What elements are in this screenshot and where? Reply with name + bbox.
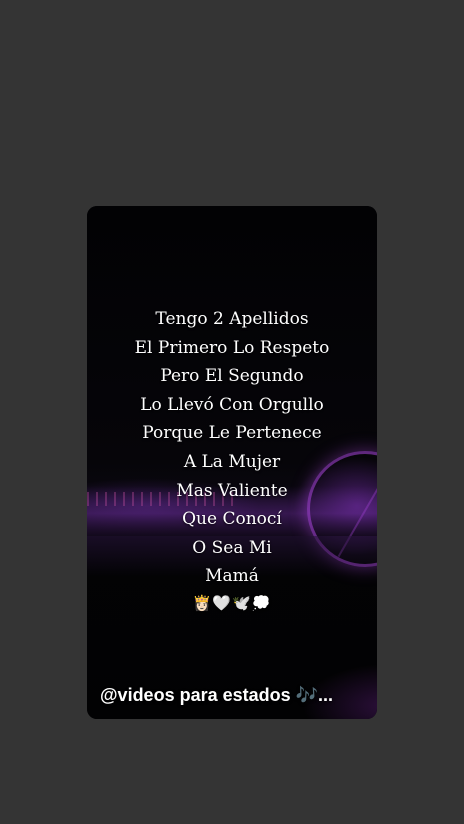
story-line: Pero El Segundo — [160, 366, 304, 387]
story-line: El Primero Lo Respeto — [134, 337, 330, 358]
story-text-lines: Tengo 2 Apellidos El Primero Lo Respeto … — [87, 305, 377, 615]
username-caption[interactable]: @videos para estados 🎶... — [100, 682, 370, 708]
story-line: O Sea Mi — [192, 537, 272, 558]
story-line: Tengo 2 Apellidos — [155, 309, 309, 329]
story-line: Que Conocí — [182, 509, 282, 530]
story-viewer: Tengo 2 Apellidos El Primero Lo Respeto … — [0, 0, 464, 824]
story-line: Porque Le Pertenece — [142, 423, 322, 444]
emoji-line: 👸🏻🤍🕊️💭 — [192, 593, 272, 612]
story-line: Mas Valiente — [176, 480, 288, 501]
story-line: Lo Llevó Con Orgullo — [140, 394, 324, 415]
story-line: Mamá — [205, 566, 259, 587]
video-story-card[interactable]: Tengo 2 Apellidos El Primero Lo Respeto … — [87, 206, 377, 719]
story-line: A La Mujer — [183, 451, 281, 472]
